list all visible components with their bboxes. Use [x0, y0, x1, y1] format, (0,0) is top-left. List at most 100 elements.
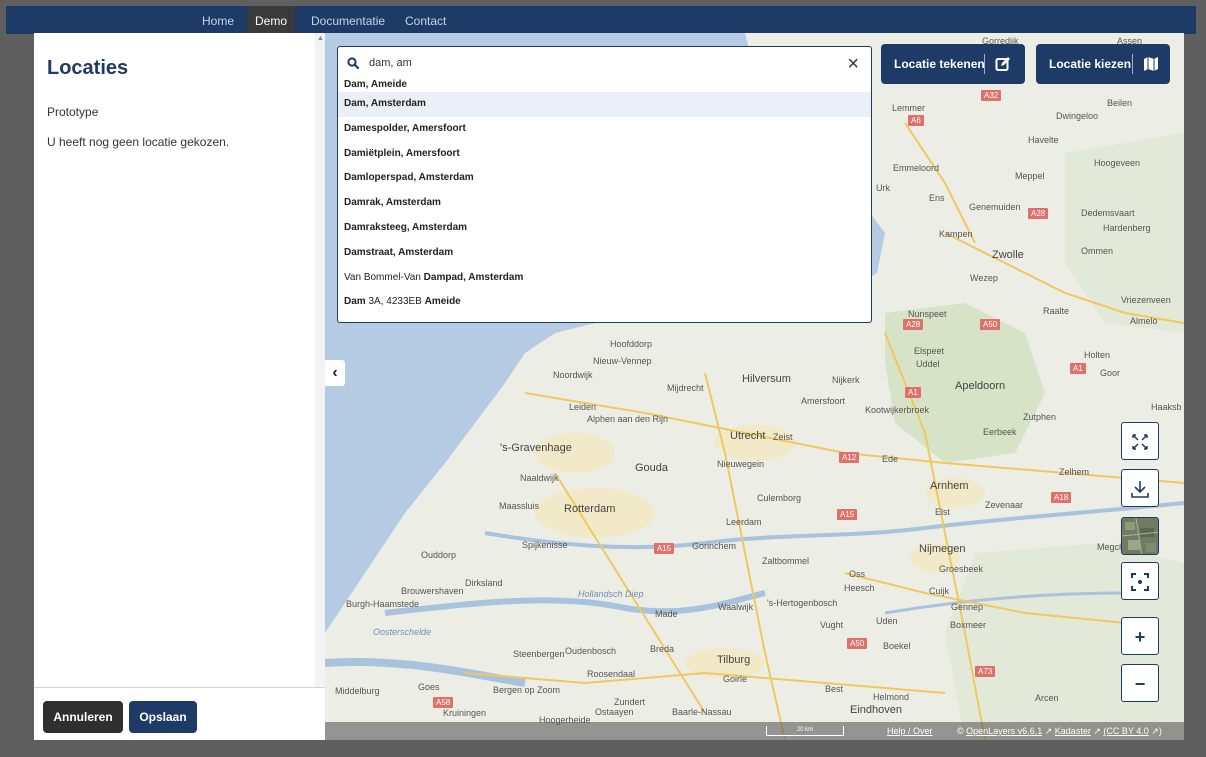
openlayers-link[interactable]: OpenLayers v6.6.1: [966, 726, 1042, 736]
search-result-item[interactable]: Damraksteeg, Amsterdam: [338, 216, 871, 241]
clear-search-icon[interactable]: ×: [847, 51, 859, 77]
external-link-icon: ↗: [1044, 726, 1053, 736]
map-icon: [1144, 57, 1158, 71]
map-label: Zaltbommel: [762, 556, 810, 566]
result-text: Damstraat, Amsterdam: [344, 246, 454, 258]
map-label: Hollandsch Diep: [578, 589, 644, 599]
help-link[interactable]: Help / Over: [887, 722, 933, 740]
map-label: Goor: [1100, 368, 1121, 378]
map-label: Havelte: [1028, 135, 1059, 145]
download-button[interactable]: [1121, 469, 1159, 507]
map-label: Waalwijk: [718, 602, 754, 612]
map-label: Zwolle: [992, 249, 1024, 261]
locate-button[interactable]: [1121, 562, 1159, 600]
map-label: Ostaayen: [595, 707, 634, 717]
kadaster-link[interactable]: Kadaster: [1055, 726, 1091, 736]
map-attribution: 20 km Help / Over © OpenLayers v6.6.1 ↗ …: [325, 722, 1184, 740]
map-label: Apeldoorn: [955, 380, 1006, 392]
map-label: Gouda: [635, 462, 669, 474]
map-label: Ede: [882, 454, 899, 464]
map-label: Rotterdam: [564, 503, 616, 515]
result-text-bold: Dampad, Amsterdam: [423, 271, 524, 283]
map-label: Zundert: [614, 697, 646, 707]
road-shield: A50: [980, 319, 1001, 330]
app-frame: Lemmer Beilen Dwingeloo Havelte Emmeloor…: [34, 33, 1184, 740]
copyright-symbol: ©: [957, 726, 964, 736]
nav-contact[interactable]: Contact: [405, 6, 446, 34]
map-label: Elst: [935, 507, 951, 517]
result-text: 3A, 4233EB: [365, 296, 425, 308]
road-shield: A1: [905, 387, 921, 398]
zoom-in-button[interactable]: +: [1121, 617, 1159, 655]
map-label: Brouwershaven: [401, 586, 464, 596]
panel-subtitle: Prototype: [47, 105, 99, 119]
road-shield: A12: [839, 452, 860, 463]
search-result-item[interactable]: Dam 3A, 4233EB Ameide: [338, 290, 871, 315]
map-label: Ommen: [1081, 246, 1114, 256]
credits: © OpenLayers v6.6.1 ↗ Kadaster ↗ (CC BY …: [957, 722, 1162, 740]
road-shield: A18: [1051, 492, 1072, 503]
map-label: Kootwijkerbroek: [865, 405, 930, 415]
nav-documentatie[interactable]: Documentatie: [311, 6, 385, 34]
cancel-button[interactable]: Annuleren: [43, 701, 123, 733]
save-button[interactable]: Opslaan: [129, 701, 197, 733]
map-label: Dwingeloo: [1056, 111, 1099, 121]
collapse-panel-button[interactable]: ‹: [325, 360, 345, 386]
map-label: Goes: [418, 682, 440, 692]
fullscreen-button[interactable]: [1121, 422, 1159, 460]
map-label: Groesbeek: [939, 564, 984, 574]
search-result-item[interactable]: Damstraat, Amsterdam: [338, 241, 871, 266]
map-label: Vriezenveen: [1121, 295, 1171, 305]
map-label: Genemuiden: [969, 202, 1021, 212]
search-input[interactable]: [369, 57, 819, 69]
result-text: Damiëtplein, Amersfoort: [344, 147, 460, 159]
search-result-item[interactable]: Dam, Amsterdam: [338, 92, 871, 117]
map-label: Ens: [929, 193, 945, 203]
map-label: Zutphen: [1023, 412, 1057, 422]
road-shield: A1: [1070, 363, 1086, 374]
map-label: Oss: [849, 569, 866, 579]
map-label: Emmeloord: [893, 163, 940, 173]
locate-icon: [1131, 573, 1149, 591]
map-label: Cuijk: [929, 586, 950, 596]
result-text: Van Bommel-Van: [344, 271, 424, 283]
road-shield: A50: [847, 638, 868, 649]
search-result-item[interactable]: Damrak, Amsterdam: [338, 191, 871, 216]
map-label: Culemborg: [757, 493, 802, 503]
panel-title: Locaties: [47, 57, 129, 79]
map-label: 's-Gravenhage: [500, 442, 572, 454]
map-label: Raalte: [1043, 306, 1070, 316]
search-result-item[interactable]: Damespolder, Amersfoort: [338, 117, 871, 142]
scroll-up-icon[interactable]: ▲: [317, 35, 324, 42]
map-label: Amersfoort: [801, 396, 846, 406]
zoom-out-button[interactable]: −: [1121, 664, 1159, 702]
map-label: Hardenberg: [1103, 223, 1151, 233]
satellite-layer-toggle[interactable]: [1121, 517, 1159, 555]
result-text-bold: Ameide: [424, 296, 461, 308]
result-text: Damrak, Amsterdam: [344, 197, 441, 209]
map-label: Dedemsvaart: [1081, 208, 1135, 218]
map-label: Leerdam: [726, 517, 762, 527]
button-divider: [1132, 54, 1133, 74]
locations-panel: Locaties Prototype U heeft nog geen loca…: [34, 33, 325, 740]
nav-home[interactable]: Home: [202, 6, 234, 34]
map-label: Wezep: [970, 273, 998, 283]
road-shield: A6: [908, 115, 924, 126]
panel-scrollbar[interactable]: ▲: [315, 33, 325, 688]
map-label: Oosterschelde: [373, 627, 432, 637]
search-result-item[interactable]: Dam, Ameide: [338, 78, 871, 92]
result-text: Damespolder, Amersfoort: [344, 122, 466, 134]
draw-location-button[interactable]: Locatie tekenen: [881, 44, 1025, 84]
search-result-item[interactable]: Damloperspad, Amsterdam: [338, 166, 871, 191]
license-link[interactable]: (CC BY 4.0: [1103, 726, 1148, 736]
choose-location-button[interactable]: Locatie kiezen: [1036, 44, 1170, 84]
nav-demo[interactable]: Demo: [247, 6, 296, 34]
map-label: Hilversum: [742, 373, 791, 385]
scale-bar: 20 km: [766, 726, 844, 736]
map-label: Uddel: [916, 359, 940, 369]
map-label: Almelo: [1130, 316, 1158, 326]
search-result-item[interactable]: Van Bommel-Van Dampad, Amsterdam: [338, 266, 871, 291]
map-label: Zeist: [773, 432, 793, 442]
map-label: Boekel: [883, 641, 911, 651]
search-result-item[interactable]: Damiëtplein, Amersfoort: [338, 142, 871, 167]
